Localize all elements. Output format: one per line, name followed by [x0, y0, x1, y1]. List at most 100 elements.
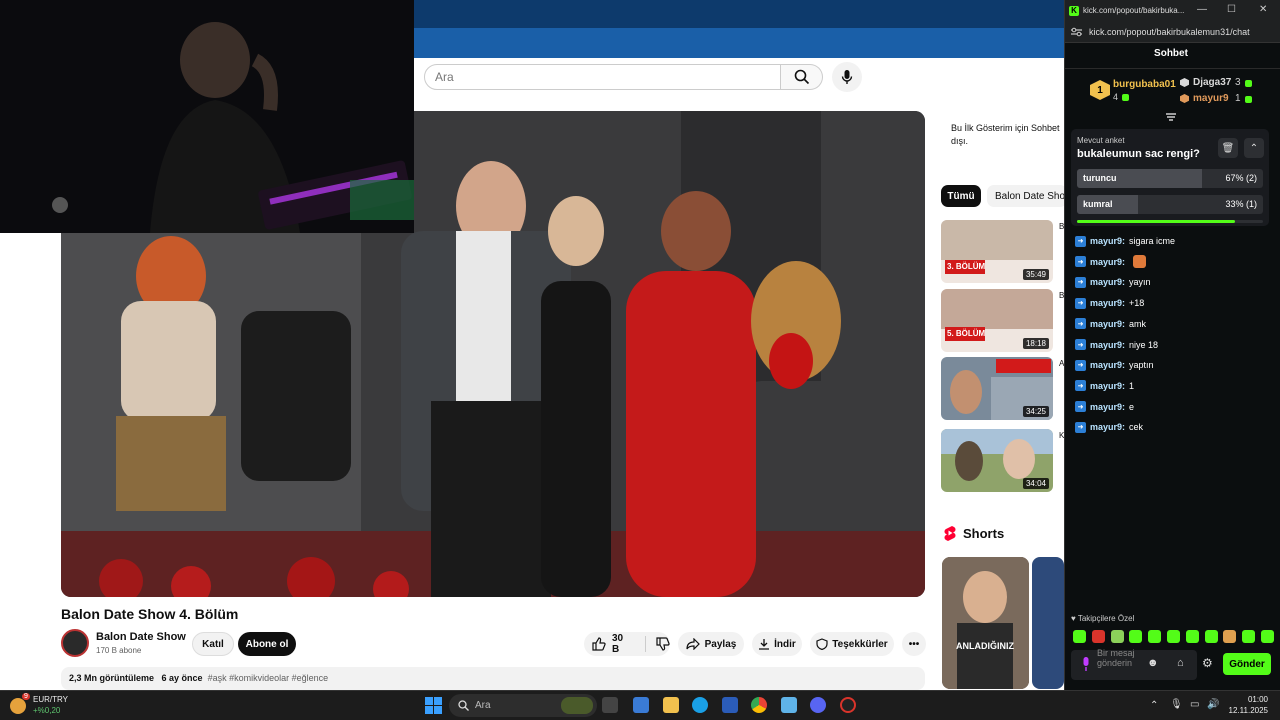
minimize-icon[interactable]: —: [1197, 4, 1207, 15]
channel-name[interactable]: Balon Date Show: [96, 631, 186, 643]
thumbs-down-icon[interactable]: [656, 637, 670, 651]
search-input[interactable]: Ara: [424, 64, 781, 90]
chat-message[interactable]: ➜ mayur9: 1: [1075, 379, 1134, 393]
chat-username[interactable]: mayur9:: [1090, 319, 1125, 329]
emote-icon[interactable]: [1073, 630, 1086, 643]
download-button[interactable]: İndir: [752, 632, 802, 656]
download-label: İndir: [774, 638, 796, 650]
chat-username[interactable]: mayur9:: [1090, 277, 1125, 287]
recommendation-thumbnail[interactable]: 5. BÖLÜM 18:18: [941, 289, 1053, 352]
chat-message[interactable]: ➜ mayur9: sigara icme: [1075, 234, 1175, 248]
emoji-icon[interactable]: ☻: [1147, 657, 1159, 669]
poll-option-name: kumral: [1083, 199, 1113, 209]
thanks-button[interactable]: Teşekkürler: [810, 632, 894, 656]
chrome-browser-icon[interactable]: [751, 697, 767, 713]
chat-username[interactable]: mayur9:: [1090, 257, 1125, 267]
emote-icon[interactable]: [1204, 630, 1218, 643]
settings-app-icon[interactable]: [781, 697, 797, 713]
chevron-up-icon[interactable]: ⌃: [1150, 700, 1158, 711]
chat-message[interactable]: ➜ mayur9: e: [1075, 400, 1134, 414]
windows-start-icon[interactable]: [425, 697, 442, 714]
emote-icon[interactable]: [1148, 630, 1162, 643]
delete-poll-button[interactable]: 🗑: [1218, 138, 1238, 158]
poll-option[interactable]: turuncu 67% (2): [1077, 169, 1263, 188]
like-dislike-group[interactable]: 30 B: [584, 632, 670, 656]
microphone-tray-icon[interactable]: 🎙: [1170, 699, 1183, 710]
currency-widget[interactable]: EUR/TRY +%0,20: [33, 694, 68, 716]
description-box[interactable]: 2,3 Mn görüntüleme 6 ay önce #aşk #komik…: [61, 667, 925, 690]
search-button[interactable]: [781, 64, 823, 90]
chat-username[interactable]: mayur9:: [1090, 422, 1125, 432]
emote-icon[interactable]: [1129, 630, 1143, 643]
chip-balon-date-show[interactable]: Balon Date Show: [987, 185, 1067, 207]
chat-username[interactable]: mayur9:: [1090, 381, 1125, 391]
more-actions-button[interactable]: •••: [902, 632, 926, 656]
chat-text: yaptın: [1129, 360, 1154, 371]
task-view-icon[interactable]: [602, 697, 618, 713]
close-icon[interactable]: ✕: [1259, 4, 1267, 15]
emote-icon[interactable]: [1091, 630, 1105, 643]
recommendation-thumbnail[interactable]: 3. BÖLÜM 35:49: [941, 220, 1053, 283]
collapse-leaderboard-icon[interactable]: [1165, 112, 1177, 122]
maximize-icon[interactable]: ☐: [1227, 4, 1236, 15]
microphone-icon[interactable]: [1082, 657, 1090, 671]
system-clock[interactable]: 01:00 12.11.2025: [1228, 694, 1268, 716]
taskbar-search-box[interactable]: Ara: [449, 694, 597, 717]
collapse-poll-button[interactable]: ⌃: [1244, 138, 1264, 158]
app-icon[interactable]: [840, 697, 856, 713]
recommendation-thumbnail[interactable]: 34:25: [941, 357, 1053, 420]
widgets-app-icon[interactable]: [633, 697, 649, 713]
gift-icon: [1122, 94, 1129, 101]
site-settings-icon[interactable]: [1071, 27, 1082, 37]
view-count: 2,3 Mn görüntüleme: [69, 673, 155, 683]
top-gifter-name[interactable]: Djaga37: [1193, 77, 1231, 88]
share-button[interactable]: Paylaş: [678, 632, 744, 656]
chat-message[interactable]: ➜ mayur9:: [1075, 255, 1147, 269]
subscribe-button[interactable]: Abone ol: [238, 632, 296, 656]
top-gifter-name[interactable]: mayur9: [1193, 93, 1229, 104]
shorts-thumbnail[interactable]: ANLADIĞINIZ: [942, 557, 1029, 689]
emote-icon[interactable]: [1110, 630, 1124, 643]
top-gifter-name[interactable]: burgubaba01: [1113, 79, 1176, 90]
chat-message[interactable]: ➜ mayur9: yaptın: [1075, 358, 1154, 372]
edge-browser-icon[interactable]: [692, 697, 708, 713]
thumbs-up-icon[interactable]: [592, 637, 606, 651]
file-explorer-icon[interactable]: [663, 697, 679, 713]
microsoft-store-icon[interactable]: [722, 697, 738, 713]
chat-username[interactable]: mayur9:: [1090, 236, 1125, 246]
join-button[interactable]: Katıl: [192, 632, 234, 656]
recommendation-thumbnail[interactable]: 34:04: [941, 429, 1053, 492]
chat-message[interactable]: ➜ mayur9: cek: [1075, 420, 1143, 434]
emote-icon[interactable]: [1242, 630, 1256, 643]
discord-icon[interactable]: [810, 697, 826, 713]
emote-icon[interactable]: [1167, 630, 1180, 643]
address-bar[interactable]: kick.com/popout/bakirbukalemun31/chat: [1065, 21, 1280, 43]
chat-message[interactable]: ➜ mayur9: +18: [1075, 296, 1144, 310]
chat-message[interactable]: ➜ mayur9: amk: [1075, 317, 1146, 331]
chat-message[interactable]: ➜ mayur9: niye 18: [1075, 338, 1158, 352]
store-icon[interactable]: ⌂: [1177, 657, 1184, 669]
hashtags[interactable]: #aşk #komikvideolar #eğlence: [208, 673, 329, 683]
settings-gear-icon[interactable]: ⚙: [1202, 656, 1213, 670]
send-button[interactable]: Gönder: [1223, 653, 1271, 675]
emote-icon[interactable]: [1223, 630, 1237, 643]
weather-widget-icon[interactable]: [10, 698, 26, 714]
channel-avatar[interactable]: [61, 629, 89, 657]
voice-search-button[interactable]: [832, 62, 862, 92]
chat-text: amk: [1129, 318, 1147, 329]
chat-username[interactable]: mayur9:: [1090, 402, 1125, 412]
emote-icon[interactable]: [1261, 630, 1274, 643]
network-icon[interactable]: ▭: [1190, 699, 1199, 710]
chat-username[interactable]: mayur9:: [1090, 298, 1125, 308]
chat-text: 1: [1129, 380, 1135, 391]
chip-all[interactable]: Tümü: [941, 185, 981, 207]
emote-icon[interactable]: [1185, 630, 1199, 643]
poll-option[interactable]: kumral 33% (1): [1077, 195, 1263, 214]
chat-username[interactable]: mayur9:: [1090, 360, 1125, 370]
volume-icon[interactable]: 🔊: [1207, 699, 1219, 710]
thanks-label: Teşekkürler: [832, 638, 888, 650]
shorts-thumbnail[interactable]: [1032, 557, 1064, 689]
top-gifter-count: 4: [1113, 92, 1119, 102]
chat-username[interactable]: mayur9:: [1090, 340, 1125, 350]
chat-message[interactable]: ➜ mayur9: yayın: [1075, 275, 1151, 289]
